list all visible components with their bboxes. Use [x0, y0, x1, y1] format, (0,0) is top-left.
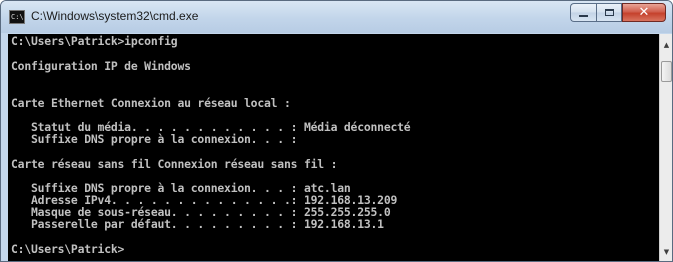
caption-buttons: ✕ [570, 3, 666, 22]
window-title: C:\Windows\system32\cmd.exe [31, 9, 199, 23]
close-button[interactable]: ✕ [622, 3, 666, 22]
console-line-gateway: Passerelle par défaut. . . . . . . . . :… [11, 217, 384, 231]
maximize-icon [604, 9, 614, 16]
cmd-window: C:\ C:\Windows\system32\cmd.exe ✕ C:\Use… [0, 0, 673, 262]
title-bar[interactable]: C:\ C:\Windows\system32\cmd.exe ✕ [1, 1, 672, 33]
console-line-prompt: C:\Users\Patrick>ipconfig [11, 34, 178, 48]
minimize-icon [579, 14, 588, 17]
scroll-up-icon[interactable]: ▲ [660, 38, 672, 53]
console-line-final-prompt: C:\Users\Patrick> [11, 242, 125, 256]
console-line-config-title: Configuration IP de Windows [11, 59, 191, 73]
console-line-dns-suffix-eth: Suffixe DNS propre à la connexion. . . : [11, 132, 298, 146]
minimize-button[interactable] [570, 3, 596, 22]
console-line-ethernet-header: Carte Ethernet Connexion au réseau local… [11, 96, 291, 110]
scroll-thumb[interactable] [661, 61, 672, 82]
scroll-down-icon[interactable]: ▼ [660, 245, 672, 260]
console-output[interactable]: C:\Users\Patrick>ipconfig Configuration … [8, 34, 659, 261]
console-line-wifi-header: Carte réseau sans fil Connexion réseau s… [11, 157, 338, 171]
close-icon: ✕ [638, 5, 650, 20]
cmd-app-icon[interactable]: C:\ [9, 10, 25, 24]
maximize-button[interactable] [596, 3, 622, 22]
vertical-scrollbar[interactable]: ▲ ▼ [659, 34, 672, 261]
